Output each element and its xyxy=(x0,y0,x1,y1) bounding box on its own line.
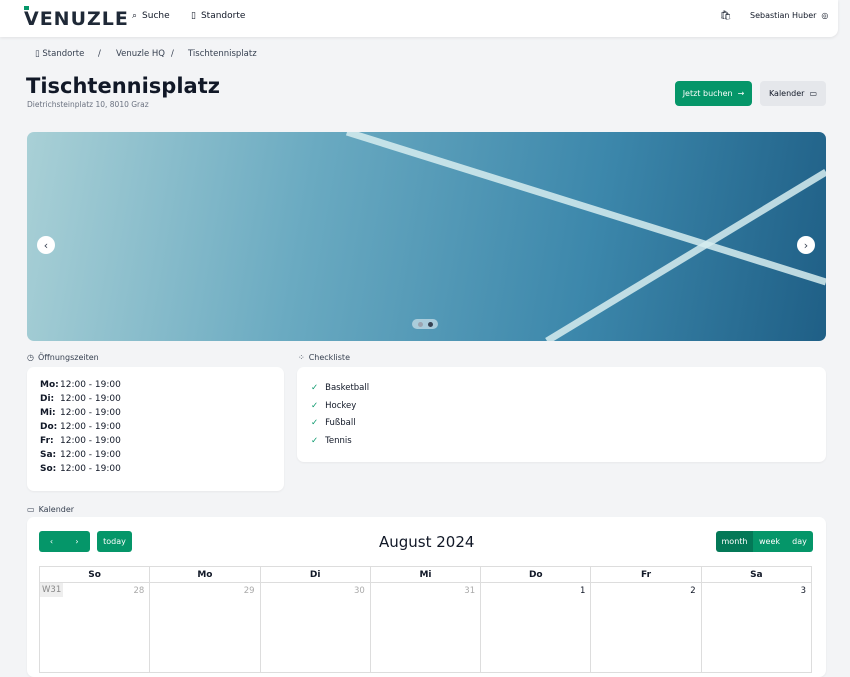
book-now-button[interactable]: Jetzt buchen → xyxy=(675,81,752,106)
checklist-heading: ⁘ Checkliste xyxy=(298,353,350,362)
calendar-button[interactable]: Kalender ▭ xyxy=(760,81,826,106)
calendar-icon: ▭ xyxy=(27,505,35,514)
week-number[interactable]: W31 xyxy=(40,583,64,597)
check-icon: ✓ xyxy=(311,418,319,428)
hours-card: Mo: 12:00 - 19:00 Di: 12:00 - 19:00 Mi: 12:… xyxy=(27,367,284,491)
calendar-today-button[interactable]: today xyxy=(97,531,132,552)
address: Dietrichsteinplatz 10, 8010 Graz xyxy=(27,100,149,109)
breadcrumb-sep: / xyxy=(98,49,101,59)
day-header: So xyxy=(38,566,151,583)
carousel-dots[interactable] xyxy=(412,319,438,329)
check-icon: ✓ xyxy=(311,435,319,446)
calendar-grid: So Mo Di Mi Do Fr Sa W31 28 29 30 31 1 2 … xyxy=(38,566,813,673)
check-icon: ✓ xyxy=(311,383,319,393)
day-header: Fr xyxy=(590,566,702,583)
view-day-button[interactable]: day xyxy=(786,531,813,552)
carousel-next-button[interactable]: › xyxy=(797,236,815,254)
user-icon: ◎ xyxy=(821,11,829,20)
day-cell[interactable]: 3 xyxy=(700,582,813,673)
hours-row: Sa: 12:00 - 19:00 xyxy=(40,450,121,460)
checklist-card: ✓ Basketball ✓ Hockey ✓ Fußball ✓ Tennis xyxy=(297,367,826,462)
grid-icon: ⁘ xyxy=(298,353,305,362)
top-nav: VENUZLE ⌕ Suche ▯ Standorte 🛍 Sebastian Hu… xyxy=(0,0,838,37)
arrow-right-icon: → xyxy=(737,89,745,98)
day-header: Mo xyxy=(149,566,261,583)
checklist-item: ✓ Hockey xyxy=(311,401,826,419)
clock-icon: ◷ xyxy=(27,353,34,362)
hours-row: Mo: 12:00 - 19:00 xyxy=(40,380,121,390)
calendar-icon: ▭ xyxy=(809,89,818,98)
search-icon: ⌕ xyxy=(132,11,138,21)
checklist-item: ✓ Fußball xyxy=(311,418,826,436)
day-cell[interactable]: 2 xyxy=(590,582,702,673)
checklist-item: ✓ Tennis xyxy=(311,436,826,454)
user-menu[interactable]: Sebastian Huber ◎ xyxy=(750,11,828,20)
hours-row: Fr: 12:00 - 19:00 xyxy=(40,436,121,446)
dot[interactable] xyxy=(417,321,423,327)
check-icon: ✓ xyxy=(311,400,319,411)
view-month-button[interactable]: month xyxy=(716,531,753,552)
hours-row: Do: 12:00 - 19:00 xyxy=(40,422,121,432)
hours-row: Di: 12:00 - 19:00 xyxy=(40,394,121,404)
table-lines-image xyxy=(345,132,826,341)
calendar-prev-button[interactable]: ‹ xyxy=(39,531,64,552)
breadcrumb-venuzle-hq[interactable]: Venuzle HQ xyxy=(116,49,165,59)
page-title: Tischtennisplatz xyxy=(26,74,220,98)
hours-row: Mi: 12:00 - 19:00 xyxy=(40,408,121,418)
day-cell[interactable]: 31 xyxy=(369,582,482,673)
day-cell[interactable]: 30 xyxy=(259,582,371,673)
nav-locations[interactable]: ▯ Standorte xyxy=(191,11,245,21)
day-cell[interactable]: 29 xyxy=(149,582,261,673)
dot-active[interactable] xyxy=(427,321,433,327)
breadcrumb-standorte[interactable]: ▯ Standorte xyxy=(35,49,84,59)
logo[interactable]: VENUZLE xyxy=(24,6,129,30)
day-cell[interactable]: 1 xyxy=(480,582,592,673)
calendar-heading: ▭ Kalender xyxy=(27,505,75,514)
day-header: Sa xyxy=(700,566,813,583)
map-icon: ▯ xyxy=(191,11,196,21)
checklist-item: ✓ Basketball xyxy=(311,383,826,401)
day-header: Di xyxy=(259,566,371,583)
day-cell[interactable]: W31 28 xyxy=(38,582,151,673)
day-header: Do xyxy=(480,566,592,583)
carousel-image xyxy=(27,132,826,341)
carousel-prev-button[interactable]: ‹ xyxy=(37,236,55,254)
hours-row: So: 12:00 - 19:00 xyxy=(40,464,121,474)
calendar-title: August 2024 xyxy=(379,533,475,551)
cart-icon[interactable]: 🛍 xyxy=(720,11,731,21)
nav-search[interactable]: ⌕ Suche xyxy=(132,11,170,21)
calendar-next-button[interactable]: › xyxy=(64,531,90,552)
view-week-button[interactable]: week xyxy=(753,531,786,552)
breadcrumb-current: Tischtennisplatz xyxy=(188,49,257,59)
hours-heading: ◷ Öffnungszeiten xyxy=(27,353,99,362)
breadcrumb-sep: / xyxy=(171,49,174,59)
day-header: Mi xyxy=(369,566,482,583)
